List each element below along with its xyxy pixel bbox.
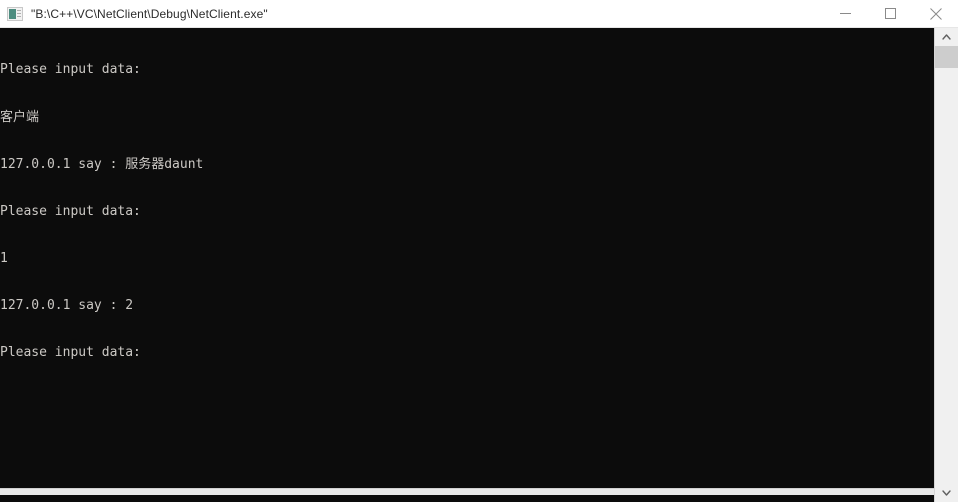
chevron-up-icon [942,34,951,40]
minimize-icon [840,13,851,14]
console-line: 1 [0,250,8,266]
minimize-button[interactable] [823,0,868,28]
scrollbar-thumb[interactable] [935,46,958,68]
scroll-down-button[interactable] [935,484,958,502]
console-app-icon [7,6,23,21]
close-button[interactable] [913,0,958,28]
console-window: "B:\C++\VC\NetClient\Debug\NetClient.exe… [0,0,958,502]
console-text-block: Please input data: 客户端 127.0.0.1 say : 服… [0,31,934,392]
scrollbar-track[interactable] [935,46,958,484]
console-line: 127.0.0.1 say : 服务器daunt [0,156,204,172]
maximize-button[interactable] [868,0,913,28]
window-bottom-edge [0,488,934,495]
console-line: 127.0.0.1 say : 2 [0,297,134,313]
title-bar[interactable]: "B:\C++\VC\NetClient\Debug\NetClient.exe… [0,0,958,28]
console-output-area[interactable]: Please input data: 客户端 127.0.0.1 say : 服… [0,28,934,495]
chevron-down-icon [942,490,951,496]
window-controls [823,0,958,28]
console-line: Please input data: [0,203,141,219]
maximize-icon [885,8,896,19]
vertical-scrollbar[interactable] [934,28,958,502]
console-line: 客户端 [0,109,40,125]
window-title: "B:\C++\VC\NetClient\Debug\NetClient.exe… [31,6,268,21]
close-icon [929,7,942,20]
console-line: Please input data: [0,62,141,78]
console-line: Please input data: [0,344,141,360]
scroll-up-button[interactable] [935,28,958,46]
